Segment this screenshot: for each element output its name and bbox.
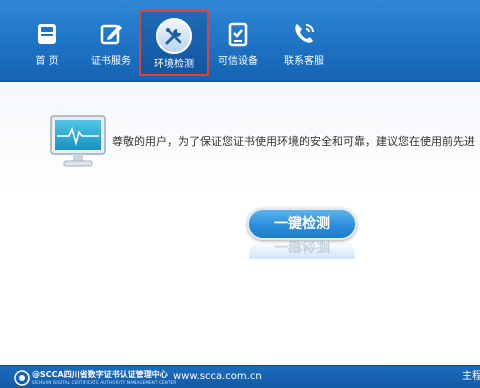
scca-logo-icon [14, 370, 30, 386]
nav-contact-support[interactable]: 联系客服 [272, 10, 336, 76]
main-content: 尊敬的用户，为了保证您证书使用环境的安全和可靠，建议您在使用前先进 一键检测 一… [0, 83, 480, 365]
notice-text: 尊敬的用户，为了保证您证书使用环境的安全和可靠，建议您在使用前先进 [112, 135, 475, 148]
scca-logo: @SCCA四川省数字证书认证管理中心 SICHUAN DIGITAL CERTI… [14, 370, 176, 386]
nav-contact-support-label: 联系客服 [284, 56, 324, 67]
logo-text: @SCCA四川省数字证书认证管理中心 [32, 370, 168, 379]
nav-trusted-device-label: 可信设备 [218, 56, 258, 67]
monitor-heartbeat-icon [50, 115, 106, 167]
nav-environment-check-label: 环境检测 [154, 59, 194, 70]
certificate-edit-icon [100, 24, 122, 45]
nav-certificate-service[interactable]: 证书服务 [79, 10, 143, 76]
home-icon [38, 24, 56, 44]
top-toolbar: 首 页 证书服务 环境检测 可信设备 联系客服 [0, 0, 480, 82]
nav-environment-check[interactable]: 环境检测 [139, 10, 209, 76]
button-reflection: 一键检测 [249, 241, 355, 259]
website-link[interactable]: www.scca.com.cn [173, 370, 262, 384]
trusted-device-icon [228, 22, 248, 47]
footer-bar: @SCCA四川省数字证书认证管理中心 SICHUAN DIGITAL CERTI… [0, 365, 480, 388]
nav-certificate-service-label: 证书服务 [91, 56, 131, 67]
phone-icon [295, 24, 314, 43]
nav-trusted-device[interactable]: 可信设备 [206, 10, 270, 76]
tools-icon [156, 18, 192, 54]
logo-subtext: SICHUAN DIGITAL CERTIFICATE AUTHORITY MA… [32, 380, 177, 385]
one-click-check-button[interactable]: 一键检测 [247, 208, 357, 240]
nav-home-label: 首 页 [35, 56, 59, 67]
nav-home[interactable]: 首 页 [15, 10, 79, 76]
footer-right-text: 主程 [462, 371, 480, 382]
